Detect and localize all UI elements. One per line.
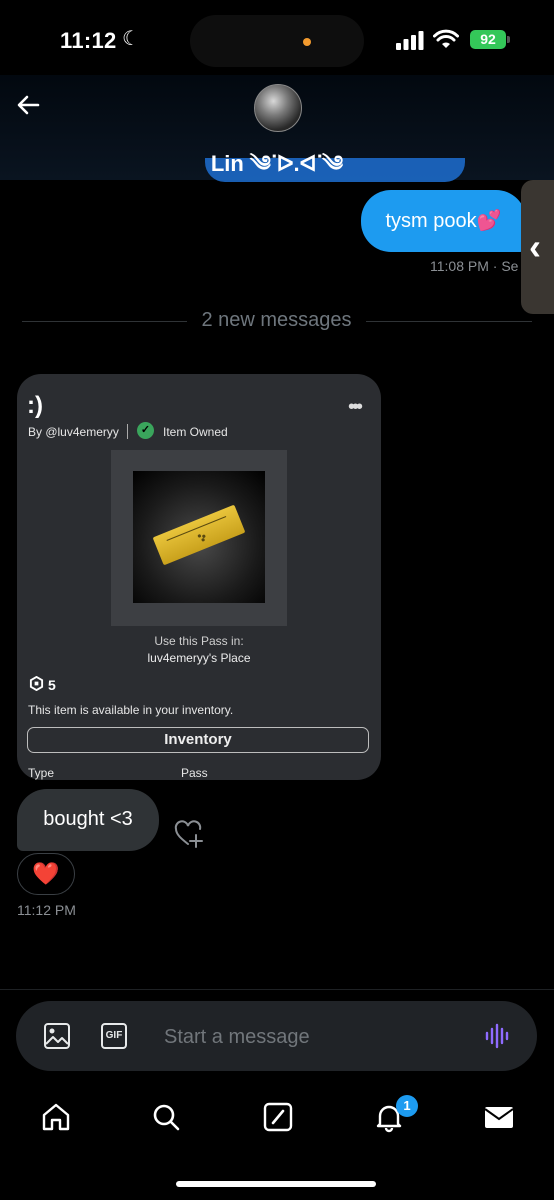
- notification-badge: 1: [396, 1095, 418, 1117]
- arrow-left-icon: [17, 95, 40, 115]
- robux-icon: [29, 676, 44, 691]
- messages-envelope-icon[interactable]: [483, 1101, 515, 1133]
- contact-avatar[interactable]: [254, 84, 302, 132]
- inventory-button[interactable]: Inventory: [27, 727, 369, 753]
- creator-separator: [127, 424, 128, 439]
- search-icon[interactable]: [150, 1101, 182, 1133]
- check-circle-icon: ✓: [137, 422, 154, 439]
- mic-indicator-dot: [303, 38, 311, 46]
- home-indicator[interactable]: [176, 1181, 376, 1187]
- item-title: :): [27, 392, 43, 419]
- home-icon[interactable]: [40, 1101, 72, 1133]
- cellular-signal-icon: [396, 31, 424, 50]
- new-messages-divider: 2 new messages: [201, 309, 352, 331]
- composer-divider: [0, 989, 554, 990]
- place-name[interactable]: luv4emeryy's Place: [17, 651, 381, 665]
- focus-moon-icon: ☾: [122, 28, 140, 50]
- battery-indicator: 92: [470, 30, 506, 49]
- item-owned-label: Item Owned: [163, 425, 228, 439]
- heart-plus-icon[interactable]: [173, 818, 205, 850]
- type-value: Pass: [181, 766, 208, 780]
- grok-compose-icon[interactable]: [262, 1101, 294, 1133]
- more-options-icon[interactable]: •••: [348, 396, 363, 419]
- heart-reaction[interactable]: ❤️: [17, 853, 75, 895]
- item-price: 5: [48, 677, 56, 693]
- battery-nub: [507, 36, 510, 43]
- wifi-icon: [433, 29, 459, 48]
- gif-icon[interactable]: GIF: [101, 1023, 127, 1049]
- outgoing-message-bubble[interactable]: tysm pook💕: [361, 190, 526, 252]
- creator-label[interactable]: By @luv4emeryy: [28, 425, 119, 439]
- divider-line-left: [22, 321, 187, 322]
- divider-line-right: [366, 321, 532, 322]
- back-button[interactable]: [14, 90, 44, 120]
- outgoing-message-meta: 11:08 PM · Se: [430, 258, 519, 274]
- status-time: 11:12: [60, 28, 117, 53]
- incoming-message-bubble[interactable]: bought <3: [17, 789, 159, 851]
- incoming-message-time: 11:12 PM: [17, 902, 76, 918]
- voice-message-icon[interactable]: [484, 1022, 512, 1050]
- use-pass-label: Use this Pass in:: [154, 634, 244, 648]
- dynamic-island: [190, 15, 364, 67]
- image-icon[interactable]: [43, 1022, 71, 1050]
- chevron-left-icon: ‹: [529, 226, 541, 267]
- message-input[interactable]: [162, 1018, 466, 1056]
- type-label: Type: [28, 766, 55, 780]
- availability-text: This item is available in your inventory…: [28, 703, 234, 717]
